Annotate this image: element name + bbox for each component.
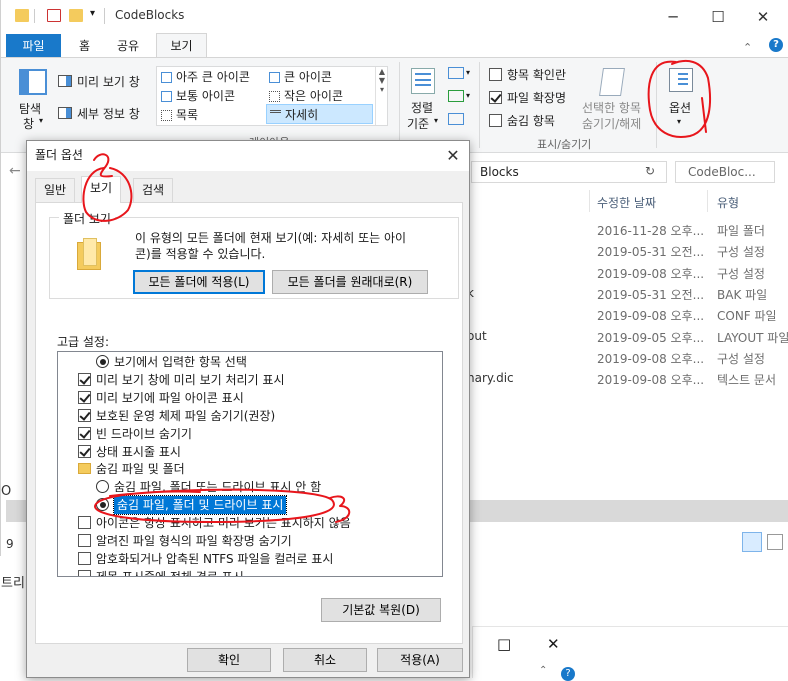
annotation-circle-show-hidden xyxy=(94,488,335,523)
annotation-circle-options xyxy=(647,60,711,138)
annotation-number-2 xyxy=(93,153,113,178)
annotation-layer xyxy=(82,60,711,523)
